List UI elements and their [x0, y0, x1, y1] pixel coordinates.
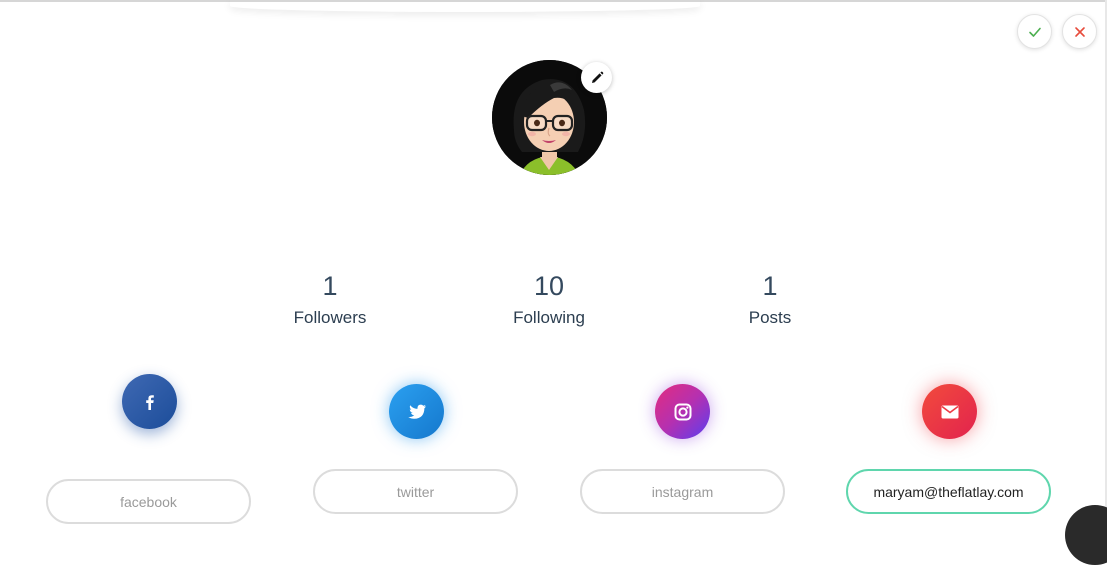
- chat-widget-button[interactable]: [1065, 505, 1107, 565]
- twitter-input[interactable]: [313, 469, 518, 514]
- stat-followers[interactable]: 1 Followers: [250, 270, 410, 329]
- edit-avatar-button[interactable]: [581, 62, 612, 93]
- instagram-input[interactable]: [580, 469, 785, 514]
- following-label: Following: [513, 308, 585, 327]
- facebook-input[interactable]: [46, 479, 251, 524]
- twitter-button[interactable]: [389, 384, 444, 439]
- followers-count: 1: [322, 271, 338, 301]
- followers-label: Followers: [293, 308, 367, 327]
- twitter-icon: [407, 404, 426, 419]
- instagram-icon: [674, 403, 691, 420]
- confirm-button[interactable]: [1017, 14, 1052, 49]
- stat-following[interactable]: 10 Following: [469, 270, 629, 329]
- pencil-icon: [591, 71, 603, 83]
- close-icon: [1074, 26, 1085, 37]
- facebook-button[interactable]: [122, 374, 177, 429]
- posts-count: 1: [762, 271, 778, 301]
- header-shadow: [230, 0, 700, 12]
- check-icon: [1028, 27, 1041, 37]
- instagram-button[interactable]: [655, 384, 710, 439]
- email-button[interactable]: [922, 384, 977, 439]
- posts-label: Posts: [748, 308, 792, 327]
- following-count: 10: [533, 271, 565, 301]
- profile-avatar-container: [492, 60, 612, 175]
- stat-posts[interactable]: 1 Posts: [690, 270, 850, 329]
- cancel-button[interactable]: [1062, 14, 1097, 49]
- facebook-icon: [145, 394, 154, 410]
- mail-icon: [941, 405, 958, 418]
- email-input[interactable]: [846, 469, 1051, 514]
